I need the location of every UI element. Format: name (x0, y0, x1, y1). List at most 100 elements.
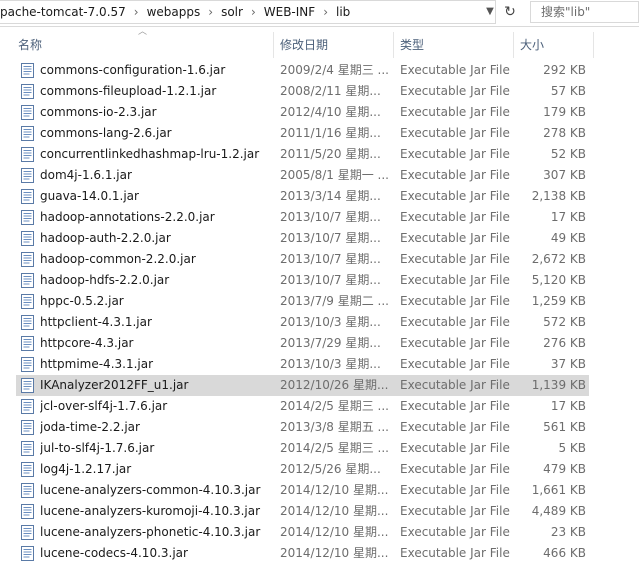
jar-file-icon (21, 336, 34, 351)
file-row[interactable]: jcl-over-slf4j-1.7.6.jar 2014/2/5 星期三 ...… (16, 396, 589, 417)
file-type: Executable Jar File (400, 399, 510, 413)
file-type: Executable Jar File (400, 189, 510, 203)
file-name: IKAnalyzer2012FF_u1.jar (40, 378, 189, 392)
file-row[interactable]: httpcore-4.3.jar 2013/7/29 星期... Executabl… (16, 333, 589, 354)
jar-file-icon (21, 84, 34, 99)
refresh-icon[interactable]: ↻ (500, 2, 520, 22)
file-date: 2014/2/5 星期三 ... (280, 441, 389, 455)
jar-file-icon (21, 252, 34, 267)
file-size: 37 KB (550, 357, 586, 371)
file-type: Executable Jar File (400, 441, 510, 455)
file-size: 4,489 KB (531, 504, 586, 518)
file-row[interactable]: lucene-analyzers-phonetic-4.10.3.jar 2014… (16, 522, 589, 543)
file-date: 2013/10/7 星期... (280, 210, 381, 224)
file-row[interactable]: log4j-1.2.17.jar 2012/5/26 星期... Executabl… (16, 459, 589, 480)
file-name: httpmime-4.3.1.jar (40, 357, 154, 371)
file-row[interactable]: httpclient-4.3.1.jar 2013/10/3 星期... Execu… (16, 312, 589, 333)
file-size: 57 KB (550, 84, 586, 98)
file-size: 23 KB (550, 525, 586, 539)
file-row[interactable]: hadoop-auth-2.2.0.jar 2013/10/7 星期... Exec… (16, 228, 589, 249)
file-name: lucene-analyzers-phonetic-4.10.3.jar (40, 525, 261, 539)
file-type: Executable Jar File (400, 126, 510, 140)
jar-file-icon (21, 462, 34, 477)
file-name: commons-lang-2.6.jar (40, 126, 172, 140)
file-date: 2009/2/4 星期三 ... (280, 63, 389, 77)
file-type: Executable Jar File (400, 84, 510, 98)
search-input[interactable] (530, 1, 639, 23)
file-name: guava-14.0.1.jar (40, 189, 139, 203)
file-name: commons-fileupload-1.2.1.jar (40, 84, 217, 98)
file-size: 5,120 KB (531, 273, 586, 287)
file-type: Executable Jar File (400, 315, 510, 329)
file-type: Executable Jar File (400, 147, 510, 161)
jar-file-icon (21, 294, 34, 309)
jar-file-icon (21, 546, 34, 561)
file-row[interactable]: httpmime-4.3.1.jar 2013/10/3 星期... Executa… (16, 354, 589, 375)
file-row[interactable]: guava-14.0.1.jar 2013/3/14 星期... Executabl… (16, 186, 589, 207)
file-date: 2014/12/10 星期... (280, 504, 389, 518)
file-row[interactable]: commons-io-2.3.jar 2012/4/10 星期... Executa… (16, 102, 589, 123)
column-type[interactable]: 类型 (394, 32, 514, 58)
breadcrumb[interactable]: pache-tomcat-7.0.57 › webapps › solr › W… (0, 0, 496, 24)
file-date: 2005/8/1 星期一 ... (280, 168, 389, 182)
jar-file-icon (21, 147, 34, 162)
file-type: Executable Jar File (400, 378, 510, 392)
chevron-right-icon: › (250, 5, 256, 19)
jar-file-icon (21, 399, 34, 414)
breadcrumb-lib[interactable]: lib (330, 5, 356, 19)
file-row[interactable]: lucene-codecs-4.10.3.jar 2014/12/10 星期...… (16, 543, 589, 564)
file-name: hadoop-annotations-2.2.0.jar (40, 210, 215, 224)
file-date: 2013/10/3 星期... (280, 315, 381, 329)
file-size: 49 KB (550, 231, 586, 245)
file-row[interactable]: joda-time-2.2.jar 2013/3/8 星期五 ... Executa… (16, 417, 589, 438)
file-row[interactable]: hadoop-annotations-2.2.0.jar 2013/10/7 星期… (16, 207, 589, 228)
file-name: jul-to-slf4j-1.7.6.jar (40, 441, 155, 455)
file-row[interactable]: IKAnalyzer2012FF_u1.jar 2012/10/26 星期... E… (16, 375, 589, 396)
file-row[interactable]: lucene-analyzers-kuromoji-4.10.3.jar 2014… (16, 501, 589, 522)
file-size: 2,672 KB (531, 252, 586, 266)
jar-file-icon (21, 504, 34, 519)
jar-file-icon (21, 483, 34, 498)
file-date: 2013/10/3 星期... (280, 357, 381, 371)
file-date: 2013/10/7 星期... (280, 231, 381, 245)
file-date: 2014/12/10 星期... (280, 546, 389, 560)
file-size: 52 KB (550, 147, 586, 161)
column-size[interactable]: 大小 (514, 32, 594, 58)
file-type: Executable Jar File (400, 231, 510, 245)
file-type: Executable Jar File (400, 546, 510, 560)
file-row[interactable]: commons-lang-2.6.jar 2011/1/16 星期... Execu… (16, 123, 589, 144)
file-type: Executable Jar File (400, 105, 510, 119)
column-date[interactable]: 修改日期 (274, 32, 394, 58)
breadcrumb-tomcat[interactable]: pache-tomcat-7.0.57 (0, 5, 132, 19)
breadcrumb-solr[interactable]: solr (215, 5, 249, 19)
breadcrumb-webapps[interactable]: webapps (141, 5, 207, 19)
file-date: 2013/10/7 星期... (280, 273, 381, 287)
file-date: 2012/10/26 星期... (280, 378, 389, 392)
file-type: Executable Jar File (400, 63, 510, 77)
file-row[interactable]: hadoop-hdfs-2.2.0.jar 2013/10/7 星期... Exec… (16, 270, 589, 291)
file-row[interactable]: lucene-analyzers-common-4.10.3.jar 2014/1… (16, 480, 589, 501)
file-row[interactable]: commons-fileupload-1.2.1.jar 2008/2/11 星期… (16, 81, 589, 102)
breadcrumb-web-inf[interactable]: WEB-INF (258, 5, 321, 19)
file-row[interactable]: concurrentlinkedhashmap-lru-1.2.jar 2011/… (16, 144, 589, 165)
file-type: Executable Jar File (400, 525, 510, 539)
file-type: Executable Jar File (400, 462, 510, 476)
file-row[interactable]: hppc-0.5.2.jar 2013/7/9 星期二 ... Executable… (16, 291, 589, 312)
file-date: 2013/7/9 星期二 ... (280, 294, 389, 308)
file-row[interactable]: jul-to-slf4j-1.7.6.jar 2014/2/5 星期三 ... Ex… (16, 438, 589, 459)
file-row[interactable]: commons-configuration-1.6.jar 2009/2/4 星期… (16, 60, 589, 81)
file-name: concurrentlinkedhashmap-lru-1.2.jar (40, 147, 260, 161)
file-row[interactable]: dom4j-1.6.1.jar 2005/8/1 星期一 ... Executabl… (16, 165, 589, 186)
file-name: hppc-0.5.2.jar (40, 294, 124, 308)
file-type: Executable Jar File (400, 294, 510, 308)
jar-file-icon (21, 525, 34, 540)
file-type: Executable Jar File (400, 483, 510, 497)
file-date: 2014/12/10 星期... (280, 483, 389, 497)
file-size: 292 KB (543, 63, 586, 77)
address-dropdown-icon[interactable]: ▼ (483, 4, 497, 20)
file-size: 17 KB (550, 399, 586, 413)
file-name: jcl-over-slf4j-1.7.6.jar (40, 399, 168, 413)
file-date: 2013/3/8 星期五 ... (280, 420, 389, 434)
file-row[interactable]: hadoop-common-2.2.0.jar 2013/10/7 星期... Ex… (16, 249, 589, 270)
file-date: 2014/12/10 星期... (280, 525, 389, 539)
